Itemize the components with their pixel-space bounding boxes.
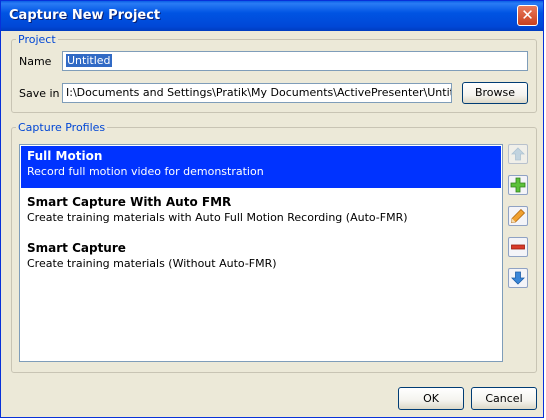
profile-name: Smart Capture With Auto FMR: [27, 195, 232, 209]
add-profile-button[interactable]: [508, 175, 528, 195]
profile-list[interactable]: Full Motion Record full motion video for…: [19, 144, 503, 362]
profile-description: Create training materials with Auto Full…: [27, 211, 408, 224]
dialog-body: Project Name Untitled Save in I:\Documen…: [4, 31, 540, 414]
close-icon: ✕: [521, 6, 534, 24]
profile-item-full-motion[interactable]: Full Motion Record full motion video for…: [21, 146, 501, 188]
window-title: Capture New Project: [9, 8, 161, 23]
arrow-up-icon: [511, 147, 525, 161]
edit-profile-button[interactable]: [508, 206, 528, 226]
move-up-button[interactable]: [508, 144, 528, 164]
profile-item-smart-capture[interactable]: Smart Capture Create training materials …: [21, 238, 501, 280]
project-group: Project Name Untitled Save in I:\Documen…: [11, 33, 537, 113]
profile-item-smart-capture-auto-fmr[interactable]: Smart Capture With Auto FMR Create train…: [21, 192, 501, 234]
capture-profiles-group: Capture Profiles Full Motion Record full…: [11, 121, 537, 373]
name-label: Name: [19, 55, 52, 68]
remove-profile-button[interactable]: [508, 237, 528, 257]
profile-description: Create training materials (Without Auto-…: [27, 257, 277, 270]
title-bar[interactable]: Capture New Project ✕: [1, 1, 543, 31]
move-down-button[interactable]: [508, 268, 528, 288]
project-name-value: Untitled: [66, 54, 112, 67]
profile-name: Full Motion: [27, 149, 103, 163]
minus-icon: [511, 244, 525, 250]
project-group-legend: Project: [18, 33, 56, 46]
pencil-icon: [511, 208, 526, 223]
arrow-down-icon: [511, 271, 525, 285]
ok-button[interactable]: OK: [398, 387, 464, 410]
cancel-button[interactable]: Cancel: [471, 387, 537, 410]
browse-button[interactable]: Browse: [462, 82, 528, 104]
profile-description: Record full motion video for demonstrati…: [27, 165, 264, 178]
save-in-path-input[interactable]: I:\Documents and Settings\Pratik\My Docu…: [62, 83, 452, 103]
plus-icon: [510, 177, 526, 193]
capture-new-project-dialog: Capture New Project ✕ Project Name Untit…: [0, 0, 544, 418]
profile-name: Smart Capture: [27, 241, 126, 255]
project-name-input[interactable]: Untitled: [62, 51, 528, 71]
close-button[interactable]: ✕: [517, 5, 538, 26]
capture-profiles-legend: Capture Profiles: [18, 121, 106, 134]
save-in-label: Save in: [19, 87, 60, 100]
